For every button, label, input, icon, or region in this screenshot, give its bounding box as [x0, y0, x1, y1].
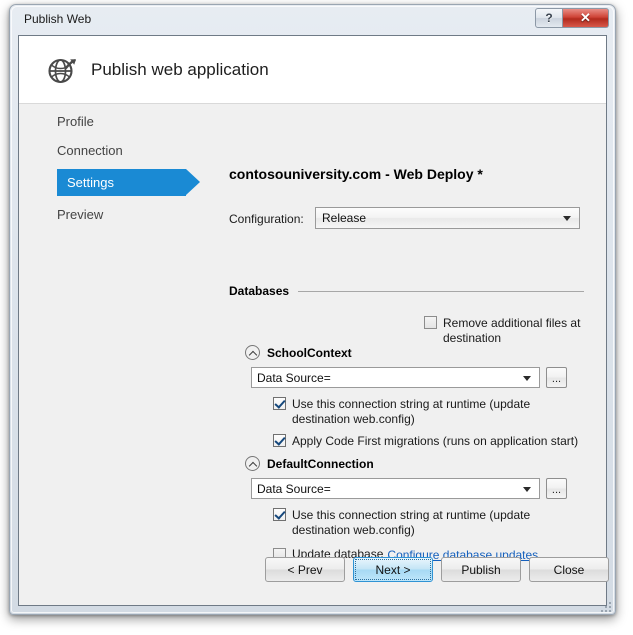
remove-additional-files-checkbox[interactable]: Remove additional files at destination	[424, 316, 608, 346]
defaultconnection-connection-select[interactable]: Data Source=	[251, 478, 540, 499]
group-divider	[298, 290, 584, 292]
dialog-footer: < Prev Next > Publish Close	[19, 541, 609, 605]
database-entry-defaultconnection-header[interactable]: DefaultConnection	[245, 456, 374, 471]
schoolcontext-use-connection-checkbox[interactable]: Use this connection string at runtime (u…	[273, 397, 582, 427]
wizard-sidebar: Profile Connection Settings Preview	[19, 105, 203, 607]
sidebar-item-settings[interactable]: Settings	[19, 169, 203, 196]
sidebar-item-label: Connection	[57, 143, 123, 158]
database-name: SchoolContext	[267, 345, 352, 360]
database-entry-schoolcontext-header[interactable]: SchoolContext	[245, 345, 352, 360]
sidebar-item-profile[interactable]: Profile	[19, 108, 203, 135]
schoolcontext-connection-select[interactable]: Data Source=	[251, 367, 540, 388]
resize-grip[interactable]	[600, 600, 612, 612]
chevron-down-icon	[523, 486, 531, 492]
sidebar-item-label: Preview	[57, 207, 104, 222]
databases-group-header: Databases	[229, 284, 584, 298]
connection-string-value: Data Source=	[257, 481, 331, 496]
checkbox-box	[273, 434, 286, 447]
configuration-select[interactable]: Release	[315, 207, 580, 229]
checkbox-box	[273, 508, 286, 521]
prev-button[interactable]: < Prev	[265, 557, 345, 582]
publish-web-dialog: Publish Web ? ✕ Publish web application …	[9, 4, 616, 615]
chevron-down-icon	[563, 216, 571, 221]
caption-button-group: ? ✕	[535, 8, 609, 28]
chevron-up-circle-icon[interactable]	[245, 456, 260, 471]
dialog-client-area: Publish web application Profile Connecti…	[18, 35, 609, 607]
sidebar-item-label: Settings	[67, 175, 114, 190]
configuration-label: Configuration:	[229, 212, 304, 226]
dialog-header-title: Publish web application	[91, 60, 269, 79]
sidebar-item-preview[interactable]: Preview	[19, 201, 203, 228]
schoolcontext-browse-button[interactable]: ...	[546, 367, 567, 388]
schoolcontext-apply-migrations-checkbox[interactable]: Apply Code First migrations (runs on app…	[273, 434, 578, 449]
dialog-header: Publish web application	[19, 36, 606, 104]
window-title: Publish Web	[24, 12, 92, 26]
publish-button[interactable]: Publish	[441, 557, 521, 582]
checkbox-box	[273, 397, 286, 410]
checkbox-label: Apply Code First migrations (runs on app…	[292, 434, 579, 448]
window-titlebar[interactable]: Publish Web ? ✕	[10, 5, 615, 35]
checkbox-box	[424, 316, 437, 329]
globe-publish-icon	[45, 52, 81, 88]
desktop-backdrop: Publish Web ? ✕ Publish web application …	[0, 0, 633, 635]
chevron-down-icon	[523, 375, 531, 381]
defaultconnection-use-connection-checkbox[interactable]: Use this connection string at runtime (u…	[273, 508, 582, 538]
next-button[interactable]: Next >	[353, 557, 433, 582]
sidebar-active-arrow-icon	[186, 169, 200, 195]
configuration-value: Release	[322, 211, 367, 225]
help-icon-button[interactable]: ?	[535, 8, 563, 28]
databases-group-title: Databases	[229, 284, 290, 298]
settings-panel: contosouniversity.com - Web Deploy * Con…	[203, 105, 608, 607]
close-button[interactable]: Close	[529, 557, 609, 582]
checkbox-label: Use this connection string at runtime (u…	[292, 508, 531, 537]
connection-string-value: Data Source=	[257, 370, 331, 385]
checkbox-label: Use this connection string at runtime (u…	[292, 397, 531, 426]
sidebar-item-label: Profile	[57, 114, 94, 129]
close-icon-button[interactable]: ✕	[563, 8, 609, 28]
sidebar-item-connection[interactable]: Connection	[19, 137, 203, 164]
defaultconnection-browse-button[interactable]: ...	[546, 478, 567, 499]
database-name: DefaultConnection	[267, 456, 374, 471]
chevron-up-circle-icon[interactable]	[245, 345, 260, 360]
profile-title: contosouniversity.com - Web Deploy *	[229, 166, 483, 182]
checkbox-label: Remove additional files at destination	[443, 316, 581, 345]
